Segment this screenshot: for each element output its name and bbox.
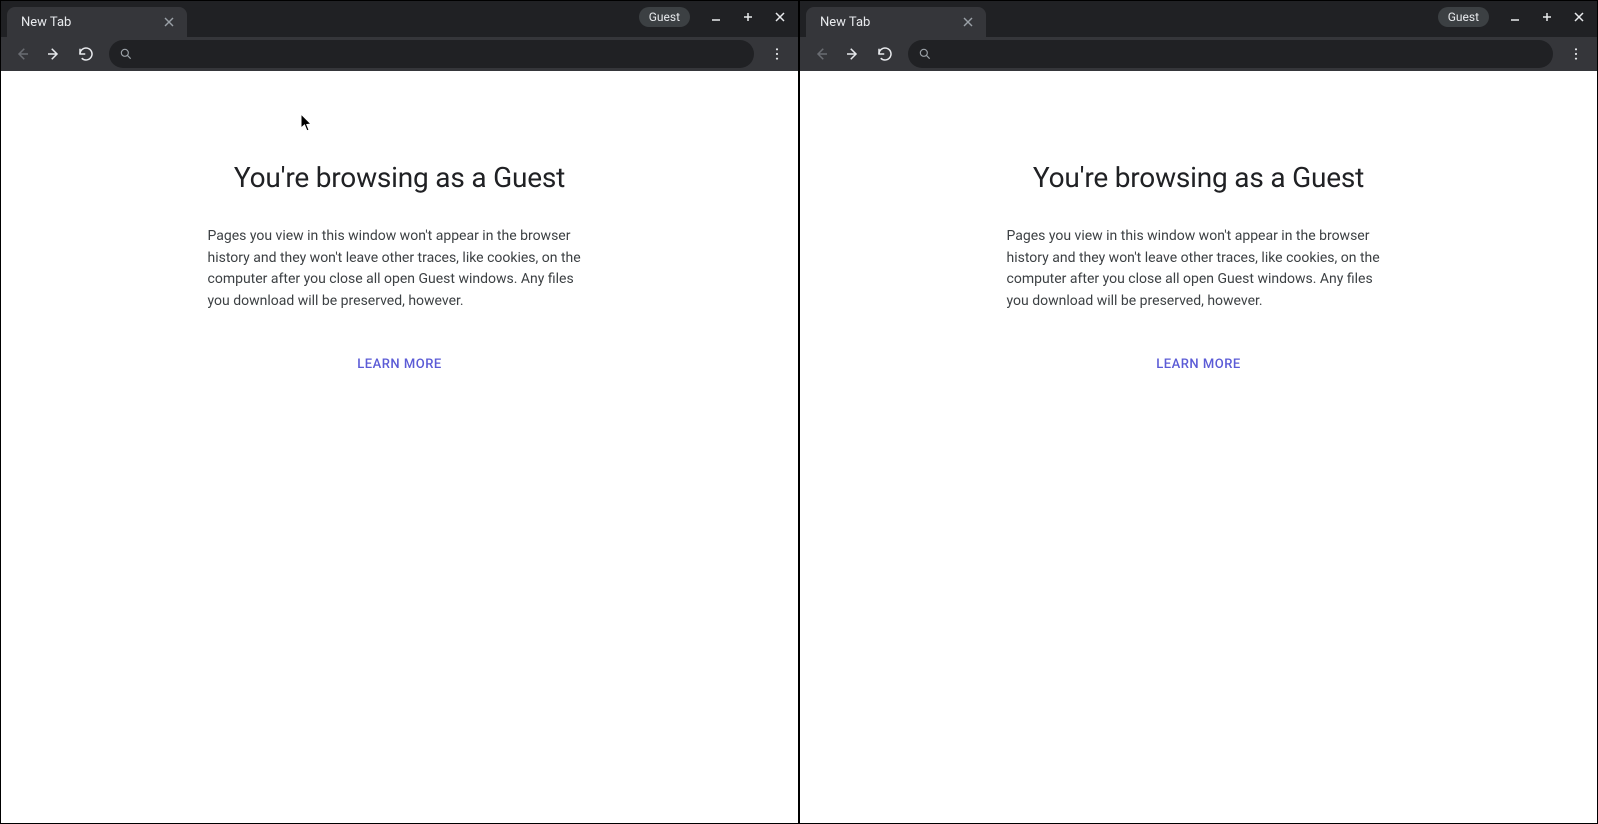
search-icon: [918, 47, 932, 61]
tabstrip: New Tab: [1, 1, 221, 37]
plus-icon[interactable]: [736, 5, 760, 29]
browser-window-right: New Tab Guest: [799, 0, 1598, 824]
plus-icon[interactable]: [1535, 5, 1559, 29]
tab-close-icon[interactable]: [161, 14, 177, 30]
guest-badge[interactable]: Guest: [639, 7, 690, 27]
guest-badge[interactable]: Guest: [1438, 7, 1489, 27]
guest-body-text: Pages you view in this window won't appe…: [208, 226, 592, 313]
page-content: You're browsing as a Guest Pages you vie…: [1, 71, 798, 823]
search-icon: [119, 47, 133, 61]
address-bar[interactable]: [109, 40, 754, 68]
back-icon[interactable]: [7, 39, 37, 69]
tabstrip: New Tab: [800, 1, 1020, 37]
forward-icon[interactable]: [39, 39, 69, 69]
mouse-cursor-icon: [300, 113, 314, 133]
kebab-menu-icon[interactable]: [1561, 39, 1591, 69]
forward-icon[interactable]: [838, 39, 868, 69]
close-window-icon[interactable]: [768, 5, 792, 29]
page-content: You're browsing as a Guest Pages you vie…: [800, 71, 1597, 823]
tab-close-icon[interactable]: [960, 14, 976, 30]
tab-title: New Tab: [21, 15, 71, 30]
reload-icon[interactable]: [870, 39, 900, 69]
titlebar: New Tab Guest: [800, 1, 1597, 37]
window-controls: Guest: [639, 5, 792, 29]
address-bar[interactable]: [908, 40, 1553, 68]
browser-window-left: New Tab Guest: [0, 0, 799, 824]
guest-heading: You're browsing as a Guest: [190, 161, 610, 194]
tab-new-tab[interactable]: New Tab: [806, 7, 986, 37]
toolbar: [800, 37, 1597, 71]
learn-more-link[interactable]: LEARN MORE: [357, 357, 441, 372]
guest-body-text: Pages you view in this window won't appe…: [1007, 226, 1391, 313]
back-icon[interactable]: [806, 39, 836, 69]
learn-more-link[interactable]: LEARN MORE: [1156, 357, 1240, 372]
guest-heading: You're browsing as a Guest: [989, 161, 1409, 194]
minimize-icon[interactable]: [704, 5, 728, 29]
tab-title: New Tab: [820, 15, 870, 30]
reload-icon[interactable]: [71, 39, 101, 69]
kebab-menu-icon[interactable]: [762, 39, 792, 69]
close-window-icon[interactable]: [1567, 5, 1591, 29]
new-tab-button-slot[interactable]: [193, 7, 221, 35]
new-tab-button-slot[interactable]: [992, 7, 1020, 35]
window-controls: Guest: [1438, 5, 1591, 29]
tab-new-tab[interactable]: New Tab: [7, 7, 187, 37]
minimize-icon[interactable]: [1503, 5, 1527, 29]
toolbar: [1, 37, 798, 71]
titlebar: New Tab Guest: [1, 1, 798, 37]
